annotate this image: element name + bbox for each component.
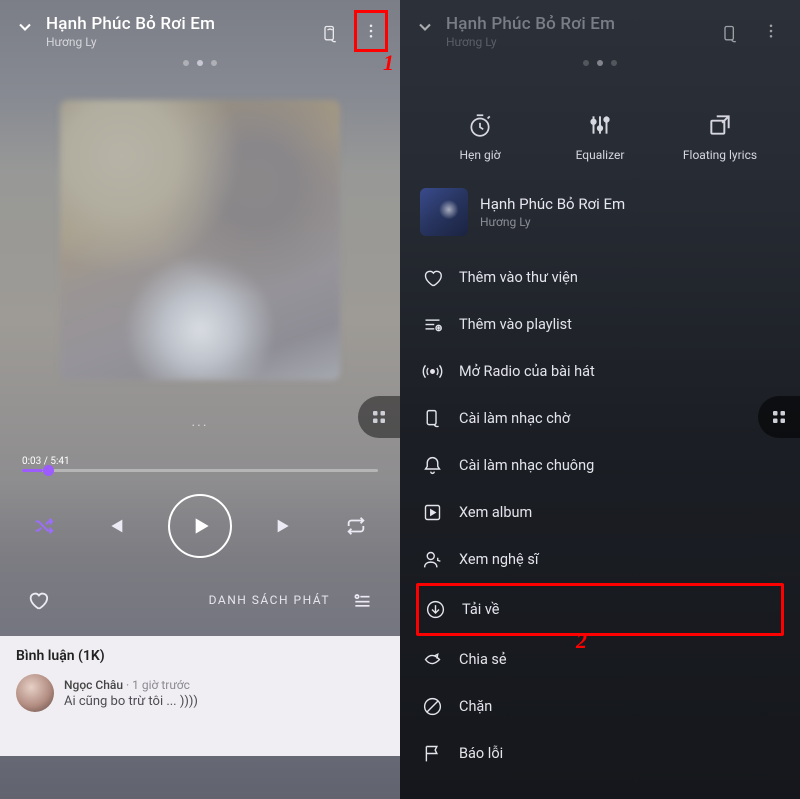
repeat-button[interactable] xyxy=(338,508,374,544)
kebab-highlight xyxy=(354,10,388,52)
header: Hạnh Phúc Bỏ Rơi Em Hương Ly xyxy=(400,0,800,58)
menu-open-radio[interactable]: Mở Radio của bài hát xyxy=(400,348,800,395)
progress[interactable]: 0:03 / 5:41 xyxy=(22,456,378,472)
menu-set-ringtone[interactable]: Cài làm nhạc chuông xyxy=(400,442,800,489)
more-menu-icon[interactable] xyxy=(357,17,385,45)
annotation-1: 1 xyxy=(383,50,394,76)
mini-artist: Hương Ly xyxy=(480,215,625,229)
comments-section[interactable]: Bình luận (1K) Ngọc Châu · 1 giờ trước A… xyxy=(0,636,400,756)
menu-download[interactable]: Tải về xyxy=(419,586,781,633)
timer-button[interactable]: Hẹn giờ xyxy=(430,112,530,162)
download-highlight: Tải về xyxy=(416,583,784,636)
previous-button[interactable] xyxy=(97,508,133,544)
options-sheet-panel: Hạnh Phúc Bỏ Rơi Em Hương Ly Hẹn giờ Equ… xyxy=(400,0,800,799)
floating-lyrics-button[interactable]: Floating lyrics xyxy=(670,112,770,162)
album-art[interactable] xyxy=(60,100,340,380)
comment-text: Ai cũng bo trừ tôi ... )))) xyxy=(64,694,384,709)
header-actions xyxy=(316,16,384,52)
comment-item[interactable]: Ngọc Châu · 1 giờ trước Ai cũng bo trừ t… xyxy=(16,674,384,712)
menu-add-library[interactable]: Thêm vào thư viện xyxy=(400,254,800,301)
song-title: Hạnh Phúc Bỏ Rơi Em xyxy=(46,14,316,34)
now-playing-panel: Hạnh Phúc Bỏ Rơi Em Hương Ly 1 ... 0:03 … xyxy=(0,0,400,799)
grid-button[interactable] xyxy=(358,396,400,438)
progress-thumb[interactable] xyxy=(43,465,54,476)
secondary-row: DANH SÁCH PHÁT xyxy=(20,582,380,618)
title-block: Hạnh Phúc Bỏ Rơi Em Hương Ly xyxy=(46,14,316,49)
top-actions: Hẹn giờ Equalizer Floating lyrics xyxy=(420,112,780,162)
song-artist: Hương Ly xyxy=(46,35,316,49)
favorite-button[interactable] xyxy=(20,582,56,618)
song-title: Hạnh Phúc Bỏ Rơi Em xyxy=(446,14,716,34)
equalizer-button[interactable]: Equalizer xyxy=(550,112,650,162)
collapse-icon[interactable] xyxy=(14,16,36,38)
time-label: 0:03 / 5:41 xyxy=(22,456,378,467)
header: Hạnh Phúc Bỏ Rơi Em Hương Ly xyxy=(0,0,400,58)
collapse-icon[interactable] xyxy=(414,16,436,38)
ringtone-icon[interactable] xyxy=(716,20,744,48)
menu-set-ringback[interactable]: Cài làm nhạc chờ xyxy=(400,395,800,442)
page-indicator xyxy=(0,60,400,66)
shuffle-button[interactable] xyxy=(26,508,62,544)
menu-block[interactable]: Chặn xyxy=(400,683,800,730)
avatar xyxy=(16,674,54,712)
next-button[interactable] xyxy=(267,508,303,544)
menu-view-album[interactable]: Xem album xyxy=(400,489,800,536)
play-button[interactable] xyxy=(168,494,232,558)
more-menu-icon[interactable] xyxy=(757,17,785,45)
menu-report[interactable]: Báo lỗi xyxy=(400,730,800,777)
grid-button[interactable] xyxy=(758,396,800,438)
song-artist: Hương Ly xyxy=(446,35,716,49)
comment-meta: Ngọc Châu · 1 giờ trước xyxy=(64,678,384,692)
mini-title: Hạnh Phúc Bỏ Rơi Em xyxy=(480,195,625,213)
ringtone-icon[interactable] xyxy=(316,20,344,48)
menu-view-artist[interactable]: Xem nghệ sĩ xyxy=(400,536,800,583)
playlist-label[interactable]: DANH SÁCH PHÁT xyxy=(209,593,330,607)
mini-song: Hạnh Phúc Bỏ Rơi Em Hương Ly xyxy=(420,188,780,236)
mini-art xyxy=(420,188,468,236)
annotation-2: 2 xyxy=(576,628,587,654)
playback-controls xyxy=(26,494,374,558)
options-menu: Thêm vào thư viện Thêm vào playlist Mở R… xyxy=(400,254,800,777)
lyrics-placeholder: ... xyxy=(0,414,400,430)
comments-title: Bình luận (1K) xyxy=(16,648,384,664)
queue-button[interactable] xyxy=(344,582,380,618)
menu-add-playlist[interactable]: Thêm vào playlist xyxy=(400,301,800,348)
menu-share[interactable]: Chia sẻ xyxy=(400,636,800,683)
progress-bar[interactable] xyxy=(22,469,378,472)
